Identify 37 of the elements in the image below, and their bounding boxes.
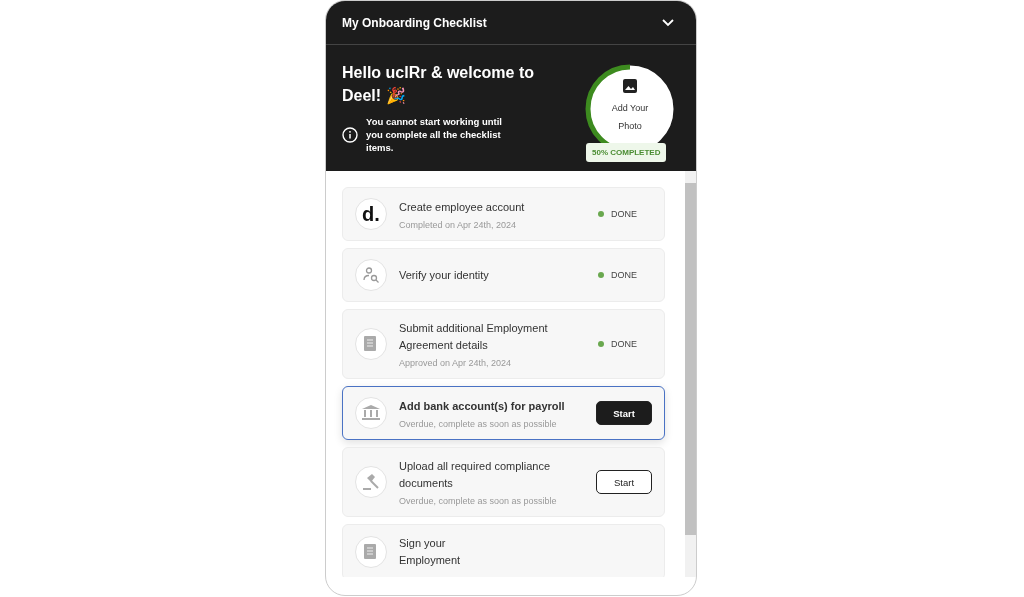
start-button[interactable]: Start	[596, 470, 652, 494]
item-subtitle: Completed on Apr 24th, 2024	[399, 219, 518, 230]
document-icon	[363, 543, 379, 561]
welcome-heading: Hello uclRr & welcome to Deel! 🎉	[342, 63, 536, 107]
status-label: DONE	[611, 339, 637, 349]
status-dot	[598, 211, 604, 217]
checklist-item[interactable]: Verify your identity DONE	[342, 248, 665, 302]
item-subtitle: Approved on Apr 24th, 2024	[399, 358, 513, 368]
progress-badge: 50% COMPLETED	[586, 143, 667, 162]
image-icon	[623, 79, 637, 93]
info-icon	[342, 126, 358, 143]
item-title: Upload all required compliance documents	[399, 459, 552, 491]
user-search-icon	[362, 266, 380, 284]
item-title: Add bank account(s) for payroll	[399, 398, 566, 414]
item-title: Submit additional Employment Agreement details	[399, 321, 549, 353]
gavel-icon	[362, 473, 380, 491]
status-label: DONE	[611, 270, 637, 280]
status-label: DONE	[611, 209, 637, 219]
item-subtitle: Overdue, complete as soon as possible	[399, 418, 558, 429]
bank-icon	[362, 405, 380, 421]
checklist-item[interactable]: Add bank account(s) for payroll Overdue, complete as soon as possible Start	[342, 386, 665, 440]
item-title: Sign your Employment	[399, 536, 462, 568]
chevron-icon[interactable]	[662, 18, 674, 27]
checklist-item[interactable]: d. Create employee account Completed on Apr 24th, 2024 DONE	[342, 187, 665, 241]
checklist-item[interactable]: Sign your Employment	[342, 524, 665, 577]
status-dot	[598, 341, 604, 347]
item-title: Verify your identity	[399, 267, 490, 283]
start-button[interactable]: Start	[596, 401, 652, 425]
checklist-item[interactable]: Submit additional Employment Agreement details Approved on Apr 24th, 2024 DONE	[342, 309, 665, 379]
item-subtitle: Overdue, complete as soon as possible	[399, 496, 558, 506]
panel-title: My Onboarding Checklist	[342, 15, 487, 30]
document-icon	[363, 335, 379, 353]
item-title: Create employee account	[399, 199, 526, 215]
notice-text: You cannot start working until you complete all the checklist items.	[366, 115, 503, 154]
logo-icon: d.	[362, 204, 380, 224]
status-dot	[598, 272, 604, 278]
checklist-item[interactable]: Upload all required compliance documents Overdue, complete as soon as possible Start	[342, 447, 665, 517]
